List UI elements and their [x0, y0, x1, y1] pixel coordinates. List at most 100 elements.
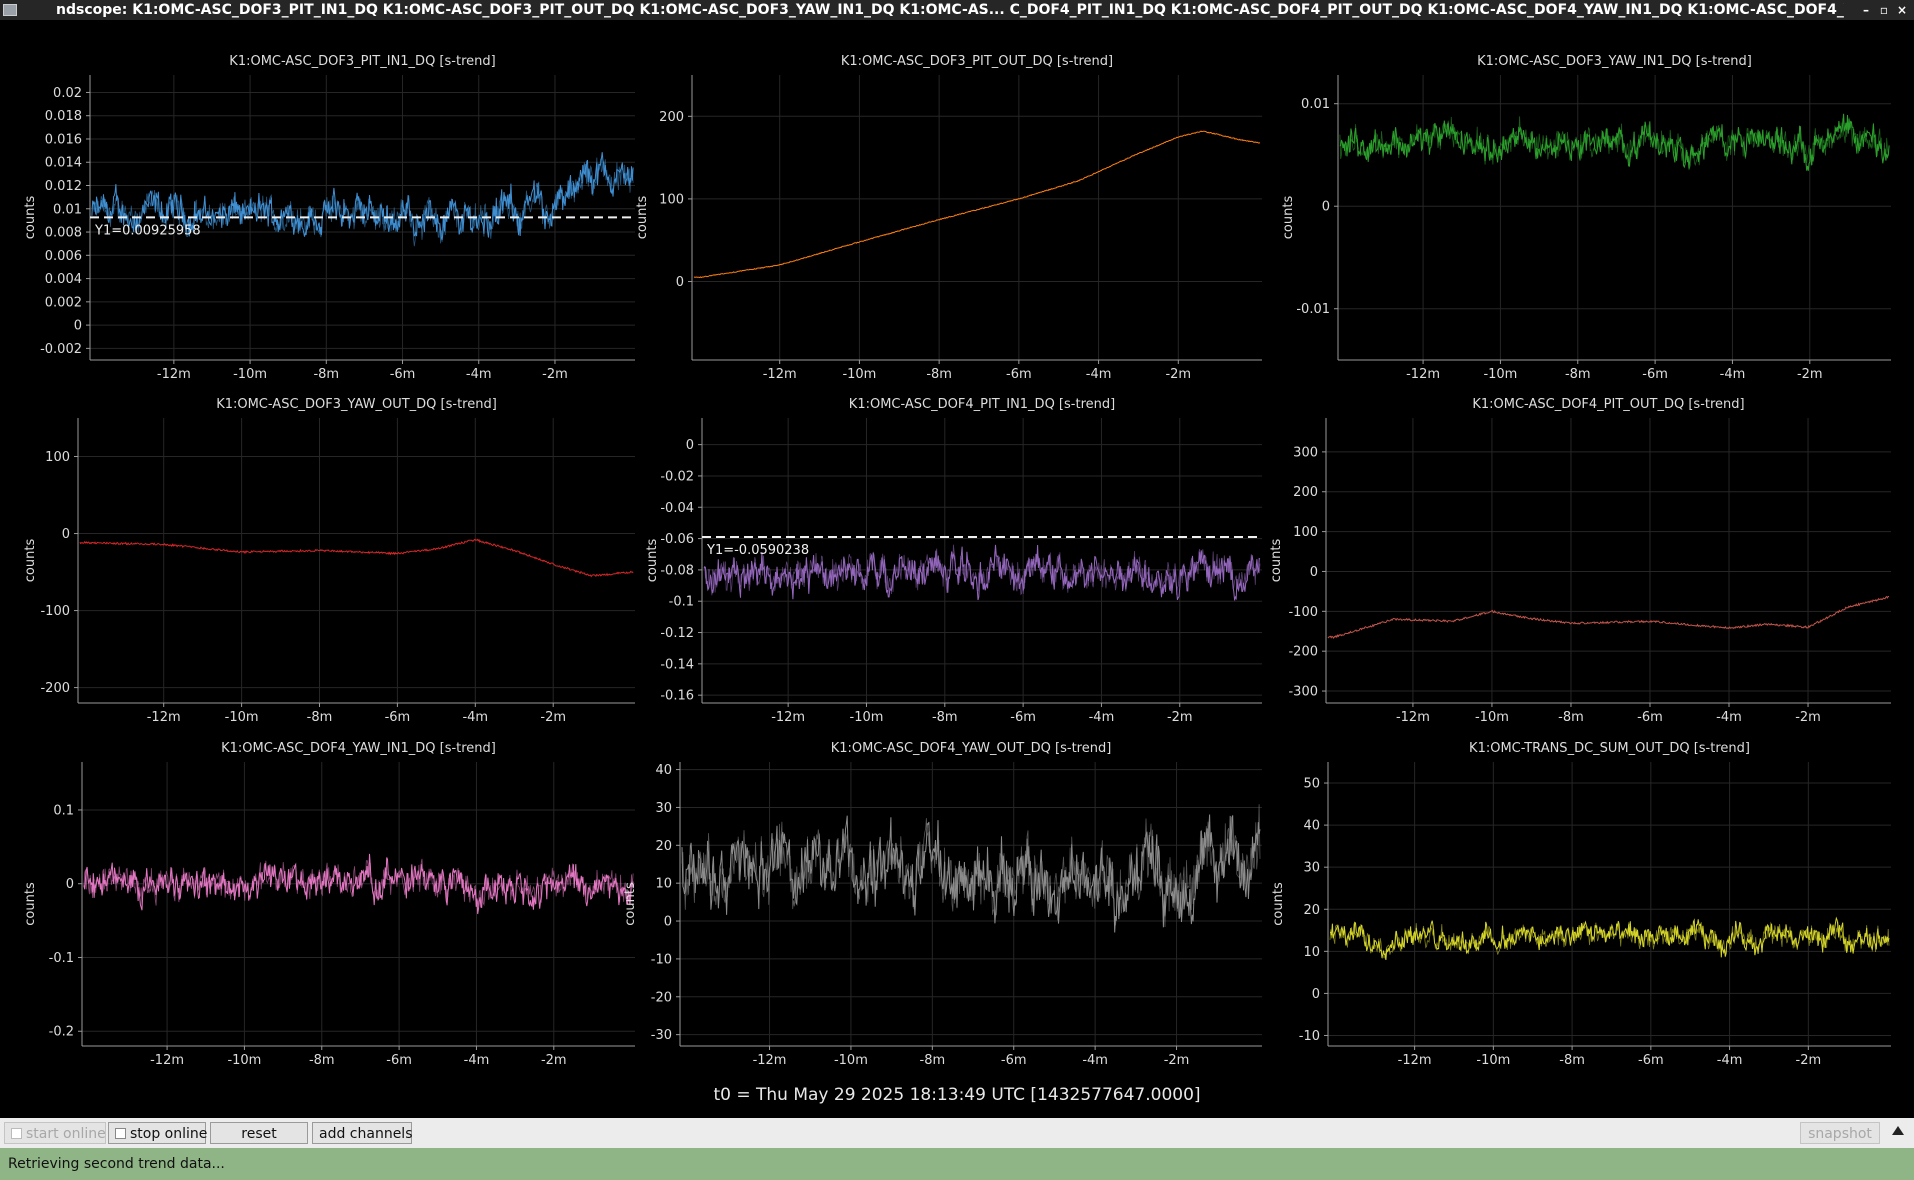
stop-online-button[interactable]: stop online [108, 1122, 208, 1144]
expand-up-icon[interactable] [1892, 1126, 1904, 1135]
x-tick-label: -6m [1001, 1053, 1027, 1068]
y-tick-label: 0 [664, 915, 672, 930]
plot-panel[interactable]: K1:OMC-ASC_DOF3_YAW_IN1_DQ [s-trend] 0.01… [1281, 54, 1891, 382]
plot-panel[interactable]: K1:OMC-ASC_DOF4_PIT_OUT_DQ [s-trend] 300 2… [1269, 397, 1891, 725]
x-tick-label: -12m [771, 710, 805, 725]
x-tick-label: -2m [541, 1053, 567, 1068]
x-tick-label: -2m [1167, 710, 1193, 725]
stop-online-label: stop online [130, 1126, 208, 1142]
series-trace-envelope [1329, 921, 1890, 960]
x-tick-label: -2m [1796, 1053, 1822, 1068]
stop-icon [115, 1128, 126, 1139]
plot-panel[interactable]: K1:OMC-ASC_DOF3_YAW_OUT_DQ [s-trend] 100 0… [23, 397, 635, 725]
play-icon [11, 1128, 22, 1139]
x-tick-label: -8m [307, 710, 333, 725]
x-tick-label: -6m [1642, 367, 1668, 382]
x-tick-label: -12m [1398, 1053, 1432, 1068]
x-tick-label: -4m [466, 367, 492, 382]
y-axis-label: counts [635, 196, 650, 240]
x-tick-label: -12m [753, 1053, 787, 1068]
x-tick-label: -10m [233, 367, 267, 382]
close-button[interactable]: × [1894, 2, 1910, 18]
window-title: ndscope: K1:OMC-ASC_DOF3_PIT_IN1_DQ K1:O… [56, 2, 1844, 18]
y-tick-label: 200 [1293, 485, 1318, 500]
x-tick-label: -4m [1082, 1053, 1108, 1068]
y-tick-label: 0.014 [45, 156, 82, 171]
plot-panel[interactable]: K1:OMC-ASC_DOF3_PIT_IN1_DQ [s-trend] 0.02… [23, 54, 635, 382]
x-tick-label: -6m [1638, 1053, 1664, 1068]
y-tick-label: 300 [1293, 445, 1318, 460]
y-tick-label: -0.04 [660, 501, 694, 516]
y-tick-label: -0.02 [660, 469, 694, 484]
y-tick-label: -0.14 [660, 657, 694, 672]
x-tick-label: -4m [1720, 367, 1746, 382]
plot-grid[interactable]: K1:OMC-ASC_DOF3_PIT_IN1_DQ [s-trend] 0.02… [4, 20, 1910, 1080]
y-cursor-label: Y1=0.00925958 [94, 223, 201, 238]
reset-button[interactable]: reset [210, 1122, 308, 1144]
x-tick-label: -6m [1006, 367, 1032, 382]
x-tick-label: -12m [1406, 367, 1440, 382]
y-tick-label: 0.006 [45, 249, 82, 264]
series-trace [693, 130, 1261, 279]
y-tick-label: -0.08 [660, 563, 694, 578]
x-tick-label: -4m [1717, 1053, 1743, 1068]
y-tick-label: 100 [1293, 525, 1318, 540]
x-tick-label: -12m [150, 1053, 184, 1068]
y-axis-label: counts [23, 882, 38, 926]
plot-panel[interactable]: K1:OMC-ASC_DOF4_YAW_IN1_DQ [s-trend] 0.1 0… [23, 741, 635, 1068]
x-tick-label: -6m [1010, 710, 1036, 725]
x-tick-label: -4m [462, 710, 488, 725]
series-trace-envelope [1339, 116, 1890, 170]
y-tick-label: -0.12 [660, 626, 694, 641]
plot-panel[interactable]: K1:OMC-ASC_DOF3_PIT_OUT_DQ [s-trend] 200 1… [635, 54, 1262, 382]
snapshot-button[interactable]: snapshot [1800, 1122, 1880, 1144]
x-tick-label: -2m [542, 367, 568, 382]
x-tick-label: -12m [1396, 710, 1430, 725]
plot-title: K1:OMC-ASC_DOF4_YAW_OUT_DQ [s-trend] [831, 741, 1112, 756]
x-tick-label: -8m [313, 367, 339, 382]
x-tick-label: -8m [932, 710, 958, 725]
y-tick-label: 0.004 [45, 272, 82, 287]
x-tick-label: -10m [1475, 710, 1509, 725]
y-axis-label: counts [1281, 196, 1296, 240]
plot-panel[interactable]: K1:OMC-ASC_DOF4_YAW_OUT_DQ [s-trend] 40 30… [623, 741, 1262, 1068]
y-tick-label: -100 [1288, 605, 1318, 620]
x-tick-label: -10m [225, 710, 259, 725]
x-tick-label: -10m [834, 1053, 868, 1068]
y-tick-label: -0.002 [40, 342, 82, 357]
y-tick-label: -0.01 [1296, 302, 1330, 317]
y-tick-label: 0.016 [45, 132, 82, 147]
x-tick-label: -12m [157, 367, 191, 382]
y-tick-label: 0.012 [45, 179, 82, 194]
y-tick-label: 0.002 [45, 295, 82, 310]
y-tick-label: 20 [655, 839, 672, 854]
y-tick-label: 30 [1303, 861, 1320, 876]
series-trace [681, 814, 1261, 933]
add-channels-button[interactable]: add channels [312, 1122, 413, 1144]
x-tick-label: -2m [1795, 710, 1821, 725]
y-tick-label: 0.01 [1301, 97, 1330, 112]
plot-title: K1:OMC-ASC_DOF3_PIT_IN1_DQ [s-trend] [229, 54, 495, 69]
plot-title: K1:OMC-ASC_DOF4_PIT_OUT_DQ [s-trend] [1472, 397, 1744, 412]
x-tick-label: -2m [1165, 367, 1191, 382]
y-tick-label: -0.06 [660, 532, 694, 547]
y-tick-label: 0 [66, 877, 74, 892]
start-online-button[interactable]: start online [4, 1122, 106, 1144]
plot-panel[interactable]: K1:OMC-ASC_DOF4_PIT_IN1_DQ [s-trend] 0 -0.… [645, 397, 1262, 725]
x-tick-label: -10m [842, 367, 876, 382]
y-tick-label: -20 [651, 990, 672, 1005]
y-tick-label: -100 [40, 604, 70, 619]
y-tick-label: 0 [1310, 565, 1318, 580]
y-axis-label: counts [623, 882, 638, 926]
minimize-button[interactable]: – [1858, 2, 1874, 18]
series-trace [1329, 916, 1890, 960]
y-tick-label: -200 [40, 681, 70, 696]
plot-panel[interactable]: K1:OMC-TRANS_DC_SUM_OUT_DQ [s-trend] 50 40… [1271, 741, 1891, 1068]
y-tick-label: -30 [651, 1028, 672, 1043]
maximize-button[interactable]: ▫ [1876, 2, 1892, 18]
y-axis-label: counts [23, 196, 38, 240]
plot-area[interactable]: K1:OMC-ASC_DOF3_PIT_IN1_DQ [s-trend] 0.02… [4, 20, 1910, 1118]
x-tick-label: -10m [1476, 1053, 1510, 1068]
y-tick-label: 0.01 [53, 202, 82, 217]
plot-title: K1:OMC-ASC_DOF4_PIT_IN1_DQ [s-trend] [849, 397, 1115, 412]
